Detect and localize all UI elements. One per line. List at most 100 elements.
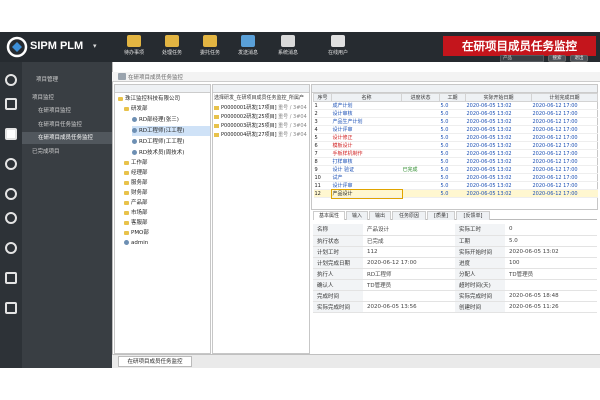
task-status: [401, 149, 440, 158]
column-header[interactable]: 名称: [331, 93, 402, 102]
project-code: P0000004: [221, 132, 247, 138]
field-value[interactable]: [363, 290, 455, 302]
tab-basic[interactable]: 基本属性: [313, 211, 345, 220]
toolbar-online-users-button[interactable]: 在线用户: [322, 35, 354, 61]
nav-item-member-task-monitor[interactable]: 在研项目成员任务监控: [22, 132, 112, 144]
home-icon[interactable]: [5, 74, 17, 86]
tree-root[interactable]: 珠江监控科技有限公司: [118, 94, 180, 104]
task-start-date: 2020-06-05 13:02: [465, 125, 532, 134]
nav-item-completed-projects[interactable]: 已完成项目: [32, 146, 60, 158]
project-name: 研发[27项目]: [246, 132, 277, 138]
tree-item[interactable]: admin: [124, 238, 148, 248]
column-header[interactable]: 计划完成日期: [531, 93, 598, 102]
column-header[interactable]: 进度状态: [401, 93, 440, 102]
home-icon[interactable]: [118, 73, 126, 80]
book-icon[interactable]: [5, 272, 17, 284]
tree-item[interactable]: 经理部: [124, 168, 148, 178]
field-value[interactable]: 5.0: [505, 235, 597, 247]
tree-item[interactable]: 产品部: [124, 198, 148, 208]
field-label: 实际开始时间: [455, 246, 505, 258]
table-row[interactable]: 5 设计修正 5.0 2020-06-05 13:02 2020-06-12 17:00: [313, 133, 598, 142]
toolbar-delegate-button[interactable]: 委托任务: [194, 35, 226, 61]
task-name: 产品生产计划: [331, 117, 402, 126]
house-icon[interactable]: [5, 98, 17, 110]
table-row[interactable]: 11 设计评审 5.0 2020-06-05 13:02 2020-06-12 17:0…: [313, 181, 598, 190]
toolbar-send-message-button[interactable]: 发送消息: [232, 35, 264, 61]
toolbar-todo-button[interactable]: 待办事项: [118, 35, 150, 61]
field-value[interactable]: TD管理员: [505, 268, 597, 280]
table-row[interactable]: 4 设计评审 5.0 2020-06-05 13:02 2020-06-12 17:00: [313, 125, 598, 134]
field-value[interactable]: 2020-06-05 13:56: [363, 301, 455, 313]
table-row[interactable]: 6 模板设计 5.0 2020-06-05 13:02 2020-06-12 17:00: [313, 141, 598, 150]
tree-item[interactable]: 工作部: [124, 158, 148, 168]
table-row[interactable]: 3 产品生产计划 5.0 2020-06-05 13:02 2020-06-12 17:…: [313, 117, 598, 126]
table-row[interactable]: 9 设计 验证 已完成 5.0 2020-06-05 13:02 2020-06-12 1…: [313, 165, 598, 174]
column-header[interactable]: 工期: [439, 93, 466, 102]
tree-label: 客服部: [131, 220, 148, 226]
field-value[interactable]: 0: [505, 224, 597, 236]
project-row[interactable]: P0000003研发[25项目] 重号 / 3#04: [214, 122, 307, 130]
tree-item[interactable]: 研发部: [124, 104, 148, 114]
table-row[interactable]: 12 产品设计 5.0 2020-06-05 13:02 2020-06-12 17:0…: [313, 188, 598, 199]
edit-icon[interactable]: [5, 128, 17, 140]
target-icon[interactable]: [5, 242, 17, 254]
tab-quality[interactable]: [质量]: [427, 211, 455, 220]
field-value[interactable]: 2020-06-05 13:02: [505, 246, 597, 258]
toolbar-task-button[interactable]: 处理任务: [156, 35, 188, 61]
field-value[interactable]: 112: [363, 246, 455, 258]
field-value[interactable]: 100: [505, 257, 597, 269]
tab-reason[interactable]: 任务原因: [392, 211, 426, 220]
tree-item[interactable]: 市场部: [124, 208, 148, 218]
table-row[interactable]: 7 手板样机制作 5.0 2020-06-05 13:02 2020-06-12 17:…: [313, 149, 598, 158]
toolbar-system-message-button[interactable]: 系统消息: [272, 35, 304, 61]
tree-item[interactable]: 服务部: [124, 178, 148, 188]
search-button[interactable]: 搜索: [548, 55, 566, 62]
field-value[interactable]: 2020-06-05 18:48: [505, 290, 597, 302]
table-row[interactable]: 8 打样审核 5.0 2020-06-05 13:02 2020-06-12 17:00: [313, 157, 598, 166]
nav-item-active-project-monitor[interactable]: 在研项目监控: [38, 105, 71, 117]
tab-input[interactable]: 输入: [346, 211, 368, 220]
nav-item-project-task-monitor[interactable]: 在研项目任务监控: [38, 119, 82, 131]
tree-item[interactable]: 财务部: [124, 188, 148, 198]
column-header[interactable]: 序号: [313, 93, 332, 102]
chevron-down-icon[interactable]: ▾: [93, 42, 97, 50]
field-value[interactable]: [505, 279, 597, 291]
field-value[interactable]: 已完成: [363, 235, 455, 247]
table-row[interactable]: 10 试产 5.0 2020-06-05 13:02 2020-06-12 17:00: [313, 173, 598, 182]
tree-item-selected[interactable]: RD工程师(江工程): [132, 126, 210, 136]
table-row[interactable]: 1 成产计划 5.0 2020-06-05 13:02 2020-06-12 17:00: [313, 101, 598, 110]
field-value[interactable]: RD工程师: [363, 268, 455, 280]
settings-icon[interactable]: [5, 302, 17, 314]
tab-output[interactable]: 输出: [369, 211, 391, 220]
task-name: 设计修正: [331, 133, 402, 142]
task-finish-date: 2020-06-12 17:00: [531, 133, 598, 142]
project-row[interactable]: P0000004研发[27项目] 重号 / 3#04: [214, 131, 307, 139]
tree-item[interactable]: RD技术员(周技术): [132, 148, 184, 158]
task-start-date: 2020-06-05 13:02: [465, 109, 532, 118]
project-row[interactable]: P0000001研发[17项目] 重号 / 3#04: [214, 104, 307, 112]
nav-item-project-management[interactable]: 项目管理: [36, 74, 58, 86]
tree-label: 珠江监控科技有限公司: [125, 96, 181, 102]
bottom-tab[interactable]: 在研项目成员任务监控: [118, 356, 192, 367]
field-value[interactable]: 产品设计: [363, 224, 455, 236]
field-value[interactable]: 2020-06-05 11:26: [505, 301, 597, 313]
online-users-icon: [331, 35, 345, 47]
table-row[interactable]: 2 设计审核 5.0 2020-06-05 13:02 2020-06-12 17:00: [313, 109, 598, 118]
tree-item[interactable]: 客服部: [124, 218, 148, 228]
column-header[interactable]: 实际开始日期: [465, 93, 532, 102]
chat-icon[interactable]: [5, 212, 17, 224]
task-start-date: 2020-06-05 13:02: [465, 133, 532, 142]
product-select[interactable]: 产品: [500, 55, 544, 62]
exit-button[interactable]: 退出: [570, 55, 588, 62]
tree-item[interactable]: RD部经理(张三): [132, 115, 179, 125]
tree-item[interactable]: RD工程师(工工程): [132, 137, 184, 147]
nav-item-project-monitor[interactable]: 项目监控: [32, 92, 54, 104]
field-value[interactable]: TD管理员: [363, 279, 455, 291]
database-icon[interactable]: [5, 158, 17, 170]
field-value[interactable]: 2020-06-12 17:00: [363, 257, 455, 269]
tab-feedback[interactable]: [反馈单]: [456, 211, 490, 220]
detail-row: 执行状态 已完成 工期 5.0: [313, 235, 597, 247]
project-row[interactable]: P0000002研发[25项目] 重号 / 3#04: [214, 113, 307, 121]
stack-icon[interactable]: [5, 188, 17, 200]
tree-item[interactable]: PMO部: [124, 228, 149, 238]
